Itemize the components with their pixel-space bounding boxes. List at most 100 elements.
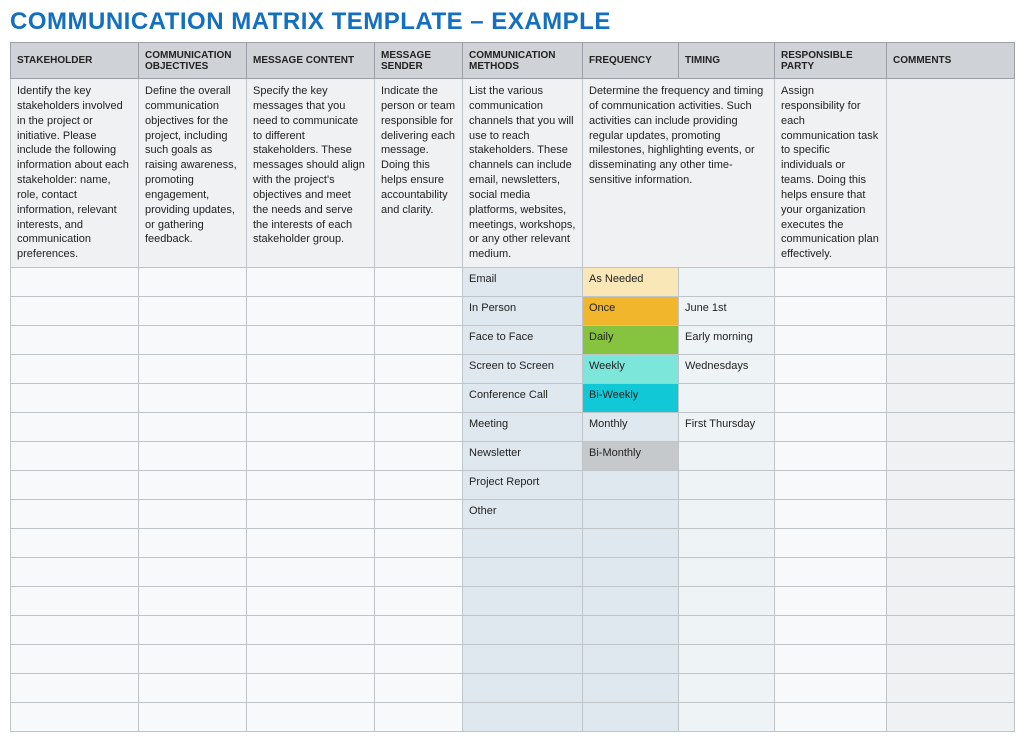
cell-comments bbox=[887, 355, 1015, 384]
cell-frequency bbox=[583, 500, 679, 529]
cell-stakeholder bbox=[11, 268, 139, 297]
cell-comments bbox=[887, 442, 1015, 471]
cell-stakeholder bbox=[11, 442, 139, 471]
cell-sender bbox=[375, 471, 463, 500]
cell-method: Newsletter bbox=[463, 442, 583, 471]
cell-comments bbox=[887, 268, 1015, 297]
cell-stakeholder bbox=[11, 413, 139, 442]
cell-message bbox=[247, 529, 375, 558]
cell-message bbox=[247, 471, 375, 500]
cell-method: In Person bbox=[463, 297, 583, 326]
cell-sender bbox=[375, 587, 463, 616]
table-row bbox=[11, 645, 1015, 674]
cell-frequency bbox=[583, 558, 679, 587]
header-sender: MESSAGE SENDER bbox=[375, 43, 463, 79]
cell-stakeholder bbox=[11, 355, 139, 384]
cell-method: Email bbox=[463, 268, 583, 297]
cell-objectives bbox=[139, 703, 247, 732]
cell-party bbox=[775, 384, 887, 413]
cell-message bbox=[247, 442, 375, 471]
cell-method: Screen to Screen bbox=[463, 355, 583, 384]
cell-party bbox=[775, 587, 887, 616]
header-timing: TIMING bbox=[679, 43, 775, 79]
cell-method bbox=[463, 645, 583, 674]
cell-party bbox=[775, 500, 887, 529]
cell-message bbox=[247, 268, 375, 297]
cell-stakeholder bbox=[11, 674, 139, 703]
cell-objectives bbox=[139, 384, 247, 413]
table-row: Other bbox=[11, 500, 1015, 529]
cell-comments bbox=[887, 587, 1015, 616]
cell-stakeholder bbox=[11, 587, 139, 616]
cell-method: Face to Face bbox=[463, 326, 583, 355]
cell-sender bbox=[375, 529, 463, 558]
cell-timing bbox=[679, 268, 775, 297]
cell-comments bbox=[887, 558, 1015, 587]
cell-party bbox=[775, 442, 887, 471]
cell-sender bbox=[375, 268, 463, 297]
header-row: STAKEHOLDER COMMUNICATION OBJECTIVES MES… bbox=[11, 43, 1015, 79]
cell-timing: First Thursday bbox=[679, 413, 775, 442]
table-row bbox=[11, 674, 1015, 703]
cell-stakeholder bbox=[11, 326, 139, 355]
cell-comments bbox=[887, 471, 1015, 500]
cell-message bbox=[247, 645, 375, 674]
table-row bbox=[11, 616, 1015, 645]
cell-frequency: Weekly bbox=[583, 355, 679, 384]
cell-method: Meeting bbox=[463, 413, 583, 442]
cell-frequency: Bi-Weekly bbox=[583, 384, 679, 413]
cell-frequency bbox=[583, 529, 679, 558]
table-row: Project Report bbox=[11, 471, 1015, 500]
cell-frequency: Bi-Monthly bbox=[583, 442, 679, 471]
cell-timing: June 1st bbox=[679, 297, 775, 326]
table-row: MeetingMonthlyFirst Thursday bbox=[11, 413, 1015, 442]
cell-comments bbox=[887, 500, 1015, 529]
cell-stakeholder bbox=[11, 500, 139, 529]
desc-message: Specify the key messages that you need t… bbox=[247, 79, 375, 268]
cell-objectives bbox=[139, 471, 247, 500]
cell-message bbox=[247, 326, 375, 355]
cell-comments bbox=[887, 645, 1015, 674]
cell-timing bbox=[679, 674, 775, 703]
cell-objectives bbox=[139, 500, 247, 529]
cell-objectives bbox=[139, 587, 247, 616]
cell-party bbox=[775, 355, 887, 384]
cell-sender bbox=[375, 645, 463, 674]
table-row bbox=[11, 558, 1015, 587]
desc-methods: List the various communication channels … bbox=[463, 79, 583, 268]
cell-objectives bbox=[139, 413, 247, 442]
cell-frequency bbox=[583, 703, 679, 732]
cell-method: Other bbox=[463, 500, 583, 529]
cell-stakeholder bbox=[11, 703, 139, 732]
cell-timing bbox=[679, 471, 775, 500]
cell-comments bbox=[887, 326, 1015, 355]
header-frequency: FREQUENCY bbox=[583, 43, 679, 79]
cell-method bbox=[463, 703, 583, 732]
cell-objectives bbox=[139, 268, 247, 297]
cell-frequency: Daily bbox=[583, 326, 679, 355]
table-row: NewsletterBi-Monthly bbox=[11, 442, 1015, 471]
cell-objectives bbox=[139, 616, 247, 645]
cell-sender bbox=[375, 413, 463, 442]
cell-party bbox=[775, 297, 887, 326]
cell-message bbox=[247, 297, 375, 326]
cell-frequency bbox=[583, 471, 679, 500]
header-methods: COMMUNICATION METHODS bbox=[463, 43, 583, 79]
cell-sender bbox=[375, 355, 463, 384]
cell-stakeholder bbox=[11, 384, 139, 413]
cell-party bbox=[775, 471, 887, 500]
cell-objectives bbox=[139, 529, 247, 558]
header-message: MESSAGE CONTENT bbox=[247, 43, 375, 79]
cell-party bbox=[775, 558, 887, 587]
cell-stakeholder bbox=[11, 616, 139, 645]
cell-message bbox=[247, 616, 375, 645]
cell-comments bbox=[887, 703, 1015, 732]
cell-message bbox=[247, 413, 375, 442]
cell-sender bbox=[375, 558, 463, 587]
cell-sender bbox=[375, 674, 463, 703]
cell-party bbox=[775, 645, 887, 674]
cell-timing bbox=[679, 529, 775, 558]
cell-frequency: Monthly bbox=[583, 413, 679, 442]
table-row bbox=[11, 587, 1015, 616]
cell-frequency: As Needed bbox=[583, 268, 679, 297]
